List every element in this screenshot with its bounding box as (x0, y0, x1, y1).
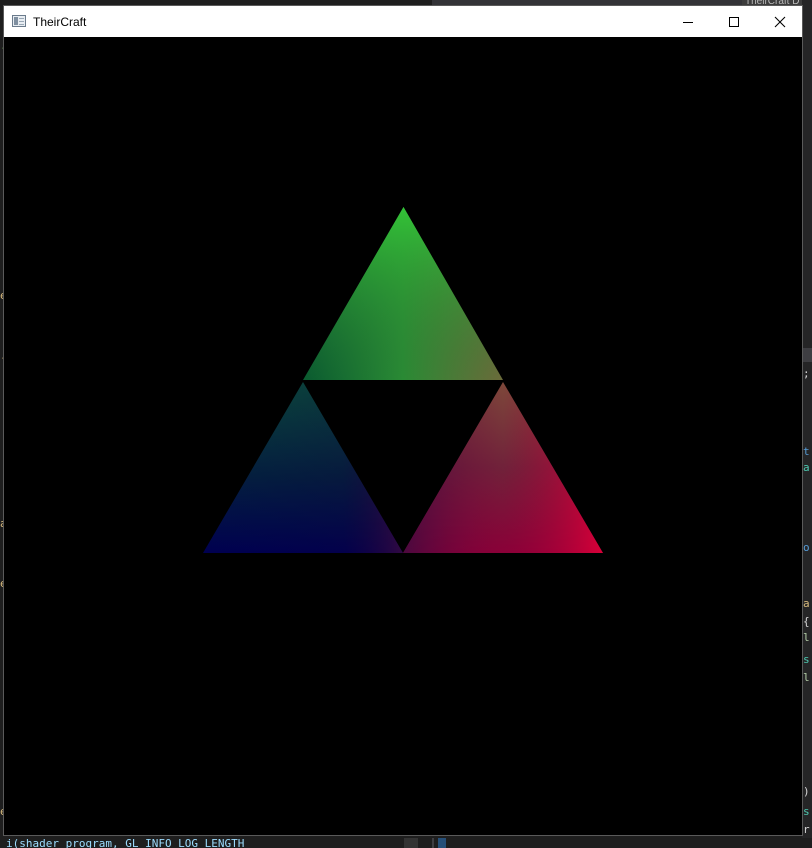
bottom-left-triangle (203, 382, 403, 553)
background-code-fragment: a (803, 461, 810, 474)
background-editor-pane (432, 838, 812, 848)
background-code-fragment: s (803, 805, 810, 818)
background-code-fragment: r (803, 823, 810, 836)
maximize-icon (729, 16, 739, 27)
background-code-fragment: { (803, 615, 810, 628)
bottom-right-triangle (403, 382, 603, 553)
top-triangle (303, 207, 503, 380)
background-code-fragment: a (803, 597, 810, 610)
scene-svg (203, 207, 603, 553)
background-code-fragment: s (803, 653, 810, 666)
close-button[interactable] (757, 6, 803, 37)
render-canvas[interactable] (4, 37, 802, 835)
background-code-fragment: t (803, 445, 810, 458)
background-code-fragment: ) (803, 785, 810, 798)
background-code-fragment: ; (803, 367, 810, 380)
minimize-icon (683, 21, 693, 23)
background-code-fragment: l (803, 631, 810, 644)
close-icon (774, 16, 786, 27)
background-code-fragment: l (803, 671, 810, 684)
app-window-icon[interactable] (12, 15, 26, 27)
maximize-button[interactable] (711, 6, 757, 37)
minimize-button[interactable] (665, 6, 711, 37)
background-code-line: i(shader_program, GL_INFO_LOG_LENGTH (0, 838, 406, 848)
background-line-marker (438, 838, 446, 848)
title-bar[interactable]: TheirCraft (4, 6, 802, 37)
background-code-text: i(shader_program, GL_INFO_LOG_LENGTH (6, 838, 245, 848)
background-code-fragment: o (803, 541, 810, 554)
window-title: TheirCraft (33, 15, 87, 29)
background-editor-edge (802, 0, 812, 848)
app-window: TheirCraft (3, 5, 803, 836)
background-gutter (404, 838, 418, 848)
background-scrollbar-thumb[interactable] (802, 348, 812, 362)
